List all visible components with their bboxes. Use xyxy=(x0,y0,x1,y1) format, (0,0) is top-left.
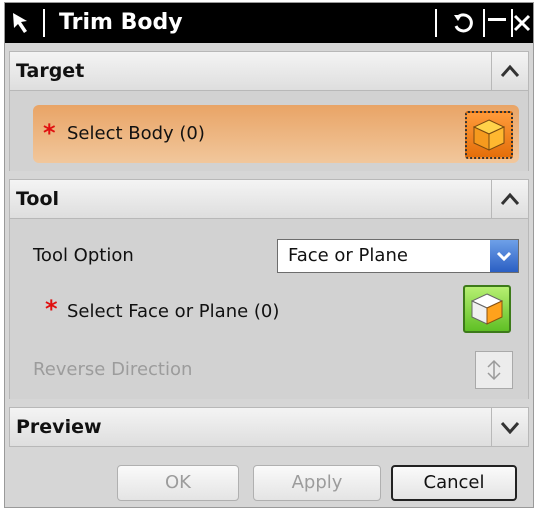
title-separator xyxy=(43,9,45,37)
chevron-down-icon[interactable] xyxy=(490,240,518,272)
select-face-label[interactable]: Select Face or Plane (0) xyxy=(67,301,279,322)
reverse-direction-label: Reverse Direction xyxy=(33,359,193,380)
minimize-icon[interactable] xyxy=(483,7,511,39)
window-title: Trim Body xyxy=(59,10,183,35)
reset-icon[interactable] xyxy=(445,7,481,39)
title-separator xyxy=(435,9,437,37)
select-body-row[interactable]: * Select Body (0) xyxy=(33,105,519,163)
select-arrow-icon xyxy=(9,9,35,37)
chevron-up-icon[interactable] xyxy=(491,180,528,218)
chevron-down-icon[interactable] xyxy=(491,408,528,446)
target-section-header[interactable]: Target xyxy=(9,51,529,91)
apply-button[interactable]: Apply xyxy=(253,465,381,501)
chevron-up-icon[interactable] xyxy=(491,52,528,90)
trim-body-dialog: Trim Body Target * Select Body (0) Tool … xyxy=(4,2,534,508)
tool-option-select[interactable]: Face or Plane xyxy=(277,239,519,273)
solid-body-icon[interactable] xyxy=(465,111,513,159)
tool-section-title: Tool xyxy=(16,188,60,210)
cancel-button[interactable]: Cancel xyxy=(391,465,517,501)
tool-option-value: Face or Plane xyxy=(288,245,408,266)
required-marker: * xyxy=(45,295,58,323)
title-bar[interactable]: Trim Body xyxy=(5,3,533,43)
preview-section-header[interactable]: Preview xyxy=(9,407,529,447)
target-section-title: Target xyxy=(16,60,85,82)
preview-section-title: Preview xyxy=(16,416,102,438)
dialog-footer: OK Apply Cancel xyxy=(5,459,533,507)
required-marker: * xyxy=(43,119,56,147)
reverse-direction-icon[interactable] xyxy=(475,351,513,389)
ok-button[interactable]: OK xyxy=(117,465,239,501)
face-icon[interactable] xyxy=(463,285,511,333)
close-icon[interactable] xyxy=(511,7,533,39)
tool-section-header[interactable]: Tool xyxy=(9,179,529,219)
tool-option-label: Tool Option xyxy=(33,245,134,266)
select-body-label: Select Body (0) xyxy=(67,123,205,144)
